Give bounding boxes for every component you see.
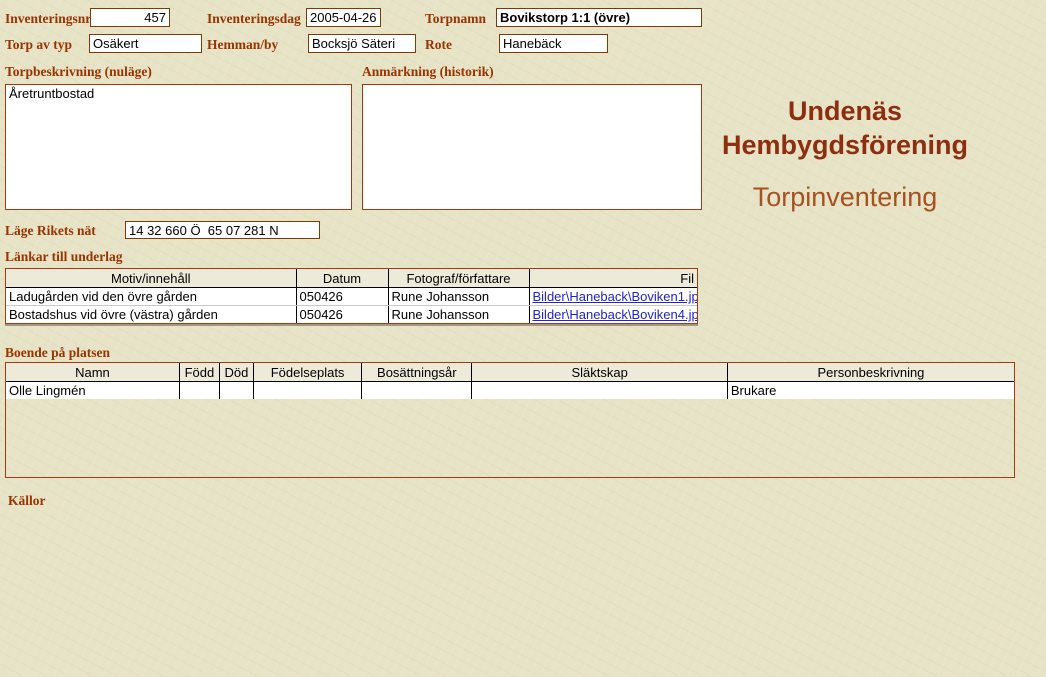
- links-header-datum: Datum: [296, 269, 389, 288]
- links-header-row: Motiv/innehåll Datum Fotograf/författare…: [6, 269, 697, 288]
- org-title: Undenäs Hembygdsförening: [688, 94, 1002, 162]
- hemman-by-input[interactable]: [308, 34, 416, 53]
- lankar-section-label: Länkar till underlag: [5, 249, 123, 264]
- cell-slaktskap: [471, 381, 728, 399]
- lage-rikets-nat-label: Läge Rikets nät: [5, 223, 96, 238]
- torpbeskrivning-label: Torpbeskrivning (nuläge): [5, 64, 152, 79]
- boende-header-fodelseplats: Födelseplats: [253, 363, 363, 382]
- boende-header-namn: Namn: [6, 363, 180, 382]
- boende-table: Namn Född Död Födelseplats Bosättningsår…: [5, 362, 1015, 478]
- links-header-motiv: Motiv/innehåll: [6, 269, 297, 288]
- anmarkning-label: Anmärkning (historik): [362, 64, 494, 79]
- boende-header-row: Namn Född Död Födelseplats Bosättningsår…: [6, 363, 1014, 382]
- torpinventering-page: Inventeringsnr Inventeringsdag Torpnamn …: [0, 0, 1046, 677]
- app-subtitle: Torpinventering: [752, 182, 938, 212]
- torpnamn-label: Torpnamn: [425, 11, 487, 26]
- inventeringsdag-input[interactable]: [306, 8, 381, 27]
- boende-header-personbeskrivning: Personbeskrivning: [727, 363, 1014, 382]
- inventeringsnr-input[interactable]: [90, 8, 170, 27]
- kallor-label: Källor: [8, 493, 46, 508]
- file-link[interactable]: Bilder\Haneback\Boviken1.jp: [533, 289, 698, 304]
- cell-fodelseplats: [253, 381, 363, 399]
- links-header-fil: Fil: [529, 269, 697, 288]
- rote-label: Rote: [425, 37, 452, 52]
- cell-fodd: [179, 381, 220, 399]
- cell-datum: 050426: [296, 305, 389, 323]
- links-table-row: Bostadshus vid övre (västra) gården 0504…: [6, 305, 698, 323]
- inventeringsdag-label: Inventeringsdag: [207, 11, 301, 26]
- links-table-row: Ladugården vid den övre gården 050426 Ru…: [6, 287, 698, 306]
- anmarkning-textarea[interactable]: [362, 84, 702, 210]
- lage-rikets-nat-input[interactable]: [125, 221, 320, 239]
- inventeringsnr-label: Inventeringsnr: [5, 11, 92, 26]
- boende-table-row: Olle Lingmén Brukare: [6, 381, 1014, 399]
- torpbeskrivning-textarea[interactable]: Åretruntbostad: [5, 84, 352, 210]
- cell-fotograf: Rune Johansson: [388, 305, 530, 323]
- torp-av-typ-input[interactable]: [89, 34, 202, 53]
- links-header-fotograf: Fotograf/författare: [388, 269, 530, 288]
- cell-fil: Bilder\Haneback\Boviken1.jp: [529, 287, 698, 306]
- cell-bosattningsar: [361, 381, 473, 399]
- rote-input[interactable]: [499, 34, 608, 53]
- cell-motiv: Bostadshus vid övre (västra) gården: [6, 305, 297, 323]
- boende-header-fodd: Född: [179, 363, 220, 382]
- org-title-line1: Undenäs: [787, 96, 903, 126]
- links-table: Motiv/innehåll Datum Fotograf/författare…: [5, 268, 698, 324]
- torp-av-typ-label: Torp av typ: [5, 37, 73, 52]
- cell-motiv: Ladugården vid den övre gården: [6, 287, 297, 306]
- org-title-line2: Hembygdsförening: [721, 130, 969, 160]
- cell-fotograf: Rune Johansson: [388, 287, 530, 306]
- boende-section-label: Boende på platsen: [5, 345, 111, 360]
- cell-fil: Bilder\Haneback\Boviken4.jp: [529, 305, 698, 323]
- cell-namn: Olle Lingmén: [6, 381, 180, 399]
- cell-personbeskrivning: Brukare: [727, 381, 1014, 399]
- cell-datum: 050426: [296, 287, 389, 306]
- boende-header-slaktskap: Släktskap: [471, 363, 728, 382]
- torpnamn-input[interactable]: [496, 8, 702, 27]
- cell-dod: [219, 381, 254, 399]
- hemman-by-label: Hemman/by: [207, 37, 279, 52]
- boende-header-bosattningsar: Bosättningsår: [361, 363, 473, 382]
- file-link[interactable]: Bilder\Haneback\Boviken4.jp: [533, 307, 698, 322]
- boende-header-dod: Död: [219, 363, 254, 382]
